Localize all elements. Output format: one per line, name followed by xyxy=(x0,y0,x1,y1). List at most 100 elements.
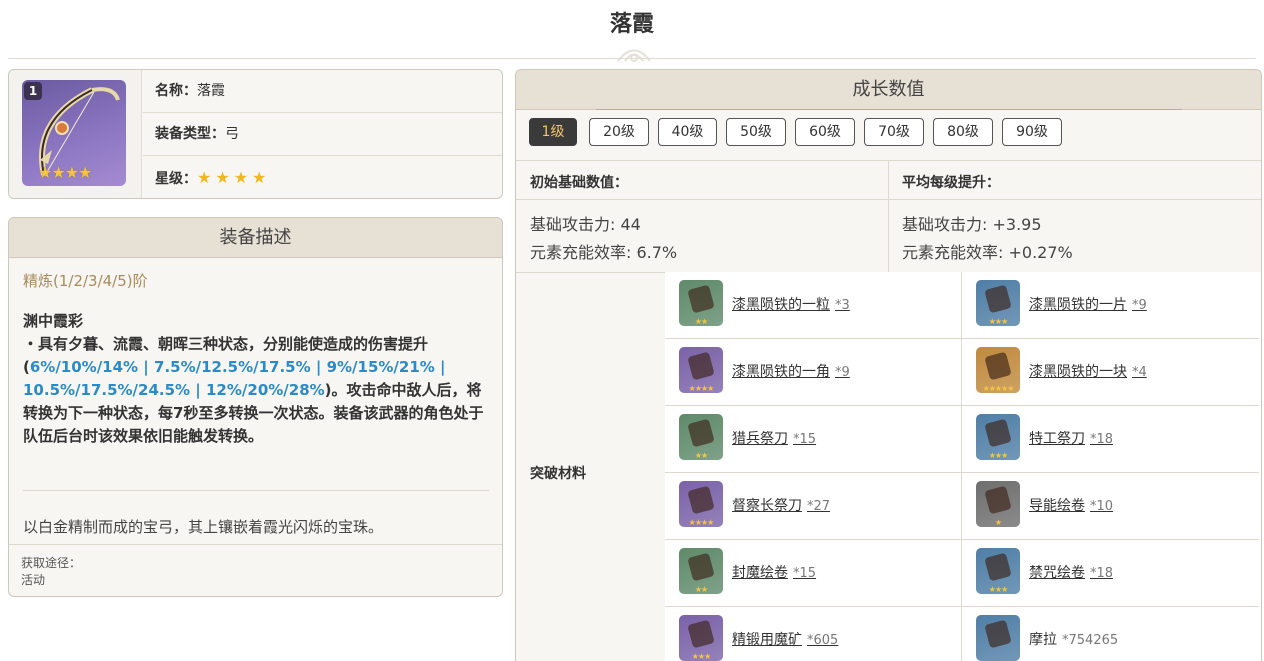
material-rarity-stars: ★★★ xyxy=(988,451,1009,460)
material-count: *15 xyxy=(793,566,817,581)
material-name-link[interactable]: 漆黑陨铁的一粒 *3 xyxy=(732,294,850,314)
mystic-enhancement-ore-icon[interactable]: ★★★ xyxy=(679,615,723,661)
mora-icon[interactable] xyxy=(976,615,1020,661)
refine-rank-badge: 1 xyxy=(24,82,42,100)
level-button-90[interactable]: 90级 xyxy=(1002,118,1062,146)
base-stats-header: 初始基础数值： xyxy=(530,175,628,191)
divining-scroll-icon[interactable]: ★ xyxy=(976,481,1020,527)
agents-sacrificial-knife-icon[interactable]: ★★★ xyxy=(976,414,1020,460)
source-label: 获取途径： xyxy=(21,556,82,570)
material-glyph xyxy=(687,418,715,448)
base-atk: 基础攻击力: 44 xyxy=(530,215,641,234)
rarity-label: 星级： xyxy=(155,171,197,187)
material-item: ★★★★ 漆黑陨铁的一角 *9 xyxy=(665,339,962,406)
material-glyph xyxy=(984,485,1012,515)
avg-stats-header: 平均每级提升： xyxy=(902,175,1000,191)
source-box: 获取途径： 活动 xyxy=(9,544,502,596)
dark-iron-fragment-icon[interactable]: ★★★ xyxy=(976,280,1020,326)
material-item: ★★★★ 督察长祭刀 *27 xyxy=(665,473,962,540)
material-item: ★★★ 特工祭刀 *18 xyxy=(962,406,1259,473)
material-name-link[interactable]: 封魔绘卷 *15 xyxy=(732,562,816,582)
material-name: 漆黑陨铁的一块 xyxy=(1029,364,1127,380)
weapon-info-card: 1 ★★★★ 名称：落霞 装备类型：弓 星级：★★★★ xyxy=(8,69,503,199)
material-glyph xyxy=(687,351,715,381)
growth-header-line xyxy=(596,109,1182,110)
material-glyph xyxy=(984,418,1012,448)
material-rarity-stars: ★★★★★ xyxy=(982,384,1015,393)
material-glyph xyxy=(687,284,715,314)
material-name-link[interactable]: 特工祭刀 *18 xyxy=(1029,428,1113,448)
weapon-icon-cell: 1 ★★★★ xyxy=(9,70,142,198)
material-item: ★★★ 漆黑陨铁的一片 *9 xyxy=(962,272,1259,339)
forbidden-curse-scroll-icon[interactable]: ★★★ xyxy=(976,548,1020,594)
description-divider xyxy=(23,490,489,491)
material-glyph xyxy=(687,552,715,582)
material-name: 漆黑陨铁的一角 xyxy=(732,364,830,380)
material-name-link[interactable]: 漆黑陨铁的一块 *4 xyxy=(1029,361,1147,381)
ornament-icon xyxy=(617,49,651,62)
level-button-1[interactable]: 1级 xyxy=(529,118,577,146)
hunters-sacrificial-knife-icon[interactable]: ★★ xyxy=(679,414,723,460)
level-button-40[interactable]: 40级 xyxy=(658,118,717,146)
material-rarity-stars: ★★★ xyxy=(988,317,1009,326)
material-name: 封魔绘卷 xyxy=(732,565,788,581)
info-row-rarity: 星级：★★★★ xyxy=(143,156,502,198)
materials-grid: ★★ 漆黑陨铁的一粒 *3 ★★★ 漆黑陨铁的一片 *9 ★★★★ 漆黑陨铁的一角 *9 ★★★★… xyxy=(665,272,1261,661)
dark-iron-chunk-icon[interactable]: ★★★★ xyxy=(679,347,723,393)
material-count: *18 xyxy=(1090,432,1114,447)
inspectors-sacrificial-knife-icon[interactable]: ★★★★ xyxy=(679,481,723,527)
material-item: ★★ 猎兵祭刀 *15 xyxy=(665,406,962,473)
material-name: 特工祭刀 xyxy=(1029,431,1085,447)
material-count: *754265 xyxy=(1062,633,1119,648)
dark-iron-sliver-icon[interactable]: ★★ xyxy=(679,280,723,326)
page-title: 落霞 xyxy=(609,12,654,37)
sealed-scroll-icon[interactable]: ★★ xyxy=(679,548,723,594)
material-name-link[interactable]: 猎兵祭刀 *15 xyxy=(732,428,816,448)
title-divider xyxy=(8,58,1256,59)
divider xyxy=(516,199,1261,200)
material-name-link[interactable]: 漆黑陨铁的一片 *9 xyxy=(1029,294,1147,314)
material-rarity-stars: ★★★★ xyxy=(688,518,715,527)
material-name-link[interactable]: 精锻用魔矿 *605 xyxy=(732,629,838,649)
material-name: 精锻用魔矿 xyxy=(732,632,802,648)
material-item: ★★ 封魔绘卷 *15 xyxy=(665,540,962,607)
material-glyph xyxy=(687,485,715,515)
info-row-type: 装备类型：弓 xyxy=(143,113,502,156)
material-name-link[interactable]: 导能绘卷 *10 xyxy=(1029,495,1113,515)
description-header: 装备描述 xyxy=(9,218,502,258)
material-name: 漆黑陨铁的一粒 xyxy=(732,297,830,313)
material-count: *15 xyxy=(793,432,817,447)
material-name: 导能绘卷 xyxy=(1029,498,1085,514)
material-rarity-stars: ★★ xyxy=(694,317,708,326)
level-button-50[interactable]: 50级 xyxy=(726,118,786,146)
material-rarity-stars: ★★★★ xyxy=(688,384,715,393)
material-name-link[interactable]: 摩拉 *754265 xyxy=(1029,629,1118,649)
material-name-link[interactable]: 禁咒绘卷 *18 xyxy=(1029,562,1113,582)
material-name-link[interactable]: 督察长祭刀 *27 xyxy=(732,495,830,515)
stats-column-divider xyxy=(888,160,889,272)
material-rarity-stars: ★ xyxy=(994,518,1002,527)
dark-iron-block-icon[interactable]: ★★★★★ xyxy=(976,347,1020,393)
material-rarity-stars: ★★ xyxy=(694,585,708,594)
material-item: 摩拉 *754265 xyxy=(962,607,1259,661)
level-button-70[interactable]: 70级 xyxy=(864,118,924,146)
bow-icon[interactable]: 1 ★★★★ xyxy=(22,80,126,186)
growth-header: 成长数值 xyxy=(516,70,1261,110)
level-button-60[interactable]: 60级 xyxy=(795,118,855,146)
name-label: 名称： xyxy=(155,83,197,99)
material-rarity-stars: ★★★ xyxy=(691,652,712,661)
passive-description: ・具有夕暮、流霞、朝晖三种状态，分别能使造成的伤害提升(6%/10%/14% |… xyxy=(23,333,491,448)
name-value: 落霞 xyxy=(197,83,225,99)
rarity-stars: ★★★★ xyxy=(197,168,271,187)
level-button-80[interactable]: 80级 xyxy=(933,118,993,146)
level-button-20[interactable]: 20级 xyxy=(589,118,649,146)
material-count: *9 xyxy=(835,365,850,380)
materials-label: 突破材料 xyxy=(530,466,586,482)
material-item: ★★★ 精锻用魔矿 *605 xyxy=(665,607,962,661)
material-name-link[interactable]: 漆黑陨铁的一角 *9 xyxy=(732,361,850,381)
material-glyph xyxy=(687,619,715,649)
material-count: *4 xyxy=(1132,365,1147,380)
passive-name: 渊中霞彩 xyxy=(23,312,84,330)
material-name: 摩拉 xyxy=(1029,632,1057,648)
material-item: ★★ 漆黑陨铁的一粒 *3 xyxy=(665,272,962,339)
